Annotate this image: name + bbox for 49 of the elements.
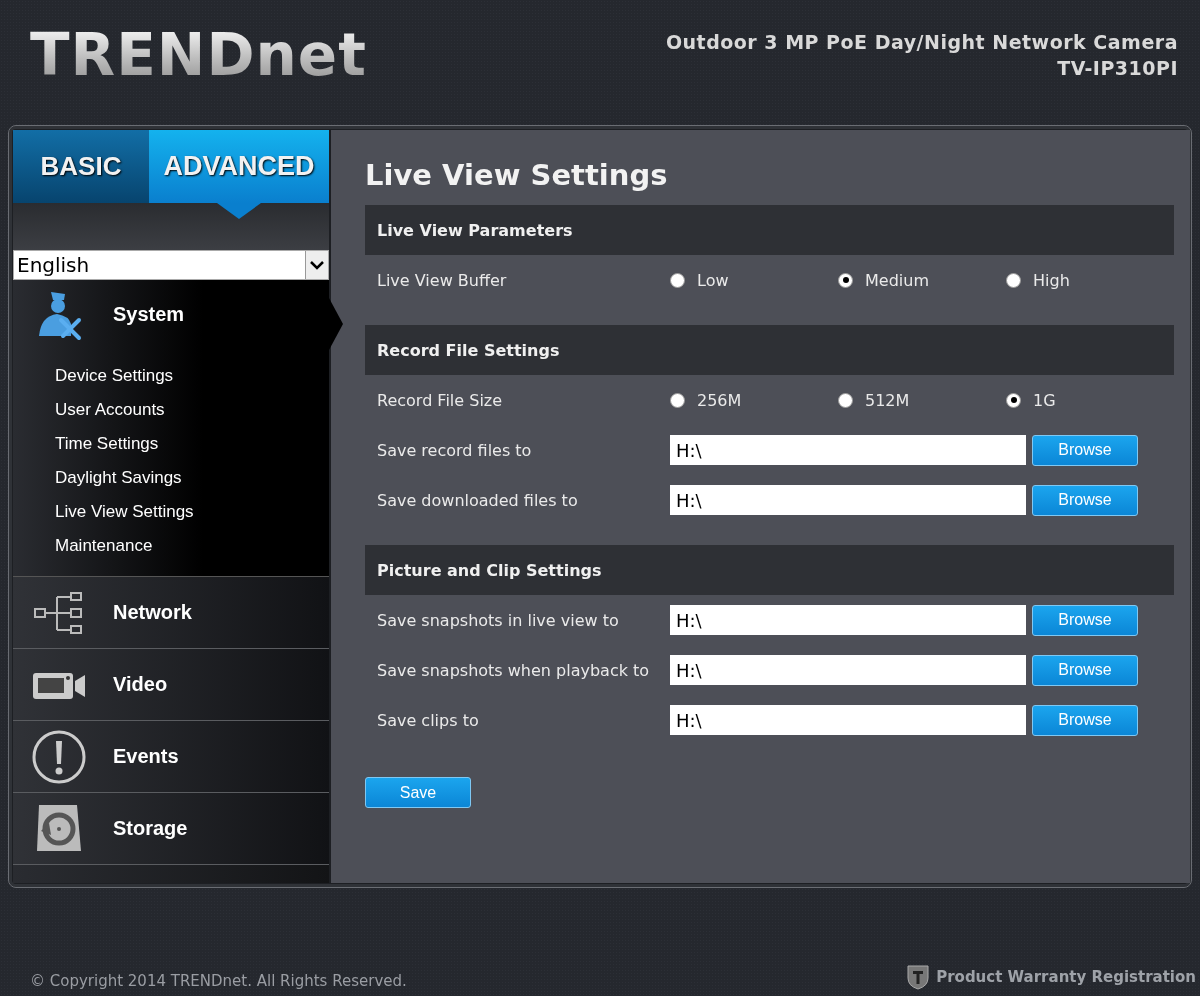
model-number: TV-IP310PI xyxy=(1057,57,1178,79)
submenu-link[interactable]: Device Settings xyxy=(55,364,329,388)
radio-button[interactable] xyxy=(1006,392,1021,408)
product-title: Outdoor 3 MP PoE Day/Night Network Camera xyxy=(665,31,1178,53)
path-input[interactable]: H:\ xyxy=(670,605,1026,635)
path-input[interactable]: H:\ xyxy=(670,655,1026,685)
nav-item[interactable]: Video xyxy=(113,673,168,696)
language-select[interactable]: English xyxy=(13,250,329,280)
path-input[interactable]: H:\ xyxy=(670,705,1026,735)
radio-option[interactable]: 512M xyxy=(838,390,1006,410)
radio-option[interactable]: Medium xyxy=(838,270,1006,290)
submenu-link[interactable]: Live View Settings xyxy=(55,500,329,524)
radio-button[interactable] xyxy=(838,392,853,408)
nav-item[interactable]: Events xyxy=(113,745,179,768)
nav-item[interactable]: Network xyxy=(113,601,192,624)
radio-option[interactable]: 1G xyxy=(1006,390,1174,410)
radio-button[interactable] xyxy=(670,392,685,408)
field-label: Save snapshots in live view to xyxy=(377,610,620,630)
section-header: Picture and Clip Settings xyxy=(365,545,1174,595)
radio-option[interactable]: Low xyxy=(670,270,838,290)
field-label: Save snapshots when playback to xyxy=(377,660,651,680)
section-header: Live View Parameters xyxy=(365,205,1174,255)
radio-option[interactable]: 256M xyxy=(670,390,838,410)
submenu-link[interactable]: Daylight Savings xyxy=(55,466,329,490)
field-label: Record File Size xyxy=(377,390,504,410)
radio-button[interactable] xyxy=(1006,272,1021,288)
radio-option[interactable]: High xyxy=(1006,270,1174,290)
field-label: Live View Buffer xyxy=(377,270,508,290)
copyright-text: © Copyright 2014 TRENDnet. All Rights Reserved. xyxy=(30,972,407,990)
nav-item[interactable]: Storage xyxy=(113,817,188,840)
chevron-down-icon xyxy=(305,251,328,279)
field-label: Save downloaded files to xyxy=(377,490,579,510)
nav-item[interactable]: System xyxy=(113,302,185,326)
mode-tab[interactable]: BASIC xyxy=(13,130,149,203)
section-header: Record File Settings xyxy=(365,325,1174,375)
page-title: Live View Settings xyxy=(365,158,669,192)
submenu-link[interactable]: Maintenance xyxy=(55,534,329,558)
submenu-link[interactable]: User Accounts xyxy=(55,398,329,422)
field-label: Save clips to xyxy=(377,710,480,730)
path-input[interactable]: H:\ xyxy=(670,435,1026,465)
submenu-link[interactable]: Time Settings xyxy=(55,432,329,456)
shield-icon xyxy=(906,964,931,990)
warranty-link[interactable]: Product Warranty Registration xyxy=(906,964,1196,990)
exclamation-icon xyxy=(31,728,87,785)
radio-button[interactable] xyxy=(838,272,853,288)
tab-pointer xyxy=(217,203,261,219)
radio-button[interactable] xyxy=(670,272,685,288)
path-input[interactable]: H:\ xyxy=(670,485,1026,515)
field-label: Save record files to xyxy=(377,440,533,460)
